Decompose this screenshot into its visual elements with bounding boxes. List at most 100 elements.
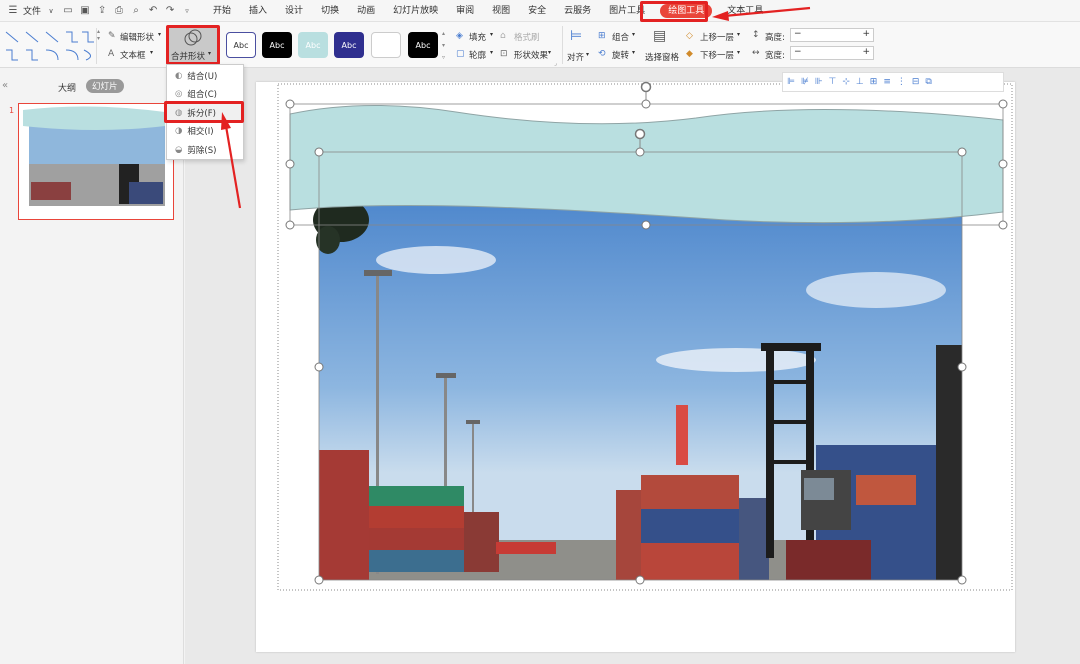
chevron-down-icon[interactable]: ▾: [150, 49, 153, 56]
merge-option-union[interactable]: ◐ 结合(U): [167, 67, 243, 85]
merge-option-intersect[interactable]: ◑ 相交(I): [167, 122, 243, 140]
style-gallery-scroll[interactable]: ▴ ▾ ▿: [442, 28, 445, 64]
format-brush-icon: ⌂: [500, 31, 506, 41]
ribbon: ▴ ▾ ✎ 编辑形状 ▾ A 文本框 ▾ 合并形状 ▾ Abc Abc Abc A…: [0, 22, 1080, 68]
tab-2[interactable]: 设计: [276, 0, 312, 22]
print-preview-icon[interactable]: ⌕: [129, 4, 143, 18]
tab-slides[interactable]: 幻灯片: [86, 79, 124, 93]
tab-5[interactable]: 幻灯片放映: [384, 0, 447, 22]
gallery-scroll[interactable]: ▴ ▾: [96, 28, 102, 64]
distribute-vertical-icon[interactable]: ≡: [883, 77, 891, 87]
chevron-down-icon[interactable]: ▾: [737, 31, 740, 38]
union-icon: ◐: [175, 71, 183, 81]
chevron-down-icon[interactable]: ▾: [586, 51, 589, 58]
highlight-box-merge-shapes: [166, 25, 220, 65]
shape-style-teal[interactable]: Abc: [298, 32, 328, 58]
tab-7[interactable]: 视图: [483, 0, 519, 22]
outline-button[interactable]: 轮廓: [469, 49, 486, 61]
height-stepper[interactable]: − +: [790, 28, 874, 42]
shape-effects-button[interactable]: 形状效果: [514, 49, 548, 61]
highlight-box-fragment: [164, 101, 244, 123]
tab-text-tools[interactable]: 文本工具: [718, 0, 772, 22]
outline-icon: ▢: [456, 49, 465, 59]
save-icon[interactable]: ▣: [78, 4, 92, 18]
equal-size-icon[interactable]: ⊟: [912, 77, 920, 87]
highlight-box-drawing-tools: [640, 1, 708, 22]
edit-shape-button[interactable]: 编辑形状: [120, 31, 154, 43]
slide-sidebar: « 大纲 幻灯片 1: [0, 68, 184, 664]
height-icon: ↕: [752, 30, 760, 40]
chevron-down-icon[interactable]: ▾: [737, 49, 740, 56]
shape-style-blank[interactable]: [371, 32, 401, 58]
align-right-icon[interactable]: ⊪: [815, 77, 823, 87]
rotate-button[interactable]: 旋转: [612, 49, 629, 61]
rotate-icon: ⟲: [598, 49, 606, 59]
align-top-icon[interactable]: ⊤: [829, 77, 837, 87]
tab-9[interactable]: 云服务: [555, 0, 600, 22]
align-left-icon[interactable]: ⊫: [787, 77, 795, 87]
align-middle-icon[interactable]: ⊹: [842, 77, 850, 87]
chevron-down-icon[interactable]: ▾: [490, 31, 493, 38]
tab-3[interactable]: 切换: [312, 0, 348, 22]
width-stepper[interactable]: − +: [790, 46, 874, 60]
floating-align-toolbar: ⊫ ⊯ ⊪ ⊤ ⊹ ⊥ ⊞ ≡ ⋮ ⊟ ⧉: [782, 72, 1004, 92]
text-box-button[interactable]: 文本框: [120, 49, 146, 61]
merge-option-subtract[interactable]: ◒ 剪除(S): [167, 141, 243, 159]
merge-option-label: 组合(C): [187, 90, 217, 100]
open-folder-icon[interactable]: ▭: [61, 4, 75, 18]
slide-content[interactable]: [256, 70, 1080, 660]
collapse-sidebar-icon[interactable]: «: [2, 80, 8, 91]
plus-icon[interactable]: +: [862, 47, 870, 57]
group-button[interactable]: 组合: [612, 31, 629, 43]
tab-0[interactable]: 开始: [204, 0, 240, 22]
hamburger-menu-icon[interactable]: ☰: [6, 4, 20, 18]
redo-icon[interactable]: ↷: [163, 4, 177, 18]
distribute-spacing-icon[interactable]: ⋮: [897, 77, 906, 87]
minus-icon[interactable]: −: [794, 29, 802, 39]
dialog-launcher-icon[interactable]: ⌟: [554, 60, 557, 67]
format-brush-button[interactable]: 格式刷: [514, 31, 540, 43]
chevron-down-icon[interactable]: ∨: [44, 4, 58, 18]
wave-shape[interactable]: [289, 104, 1004, 224]
shape-gallery[interactable]: [2, 28, 96, 64]
export-icon[interactable]: ⇪: [95, 4, 109, 18]
shape-effects-icon: ⊡: [500, 49, 508, 59]
align-button[interactable]: 对齐: [567, 51, 584, 63]
align-center-icon[interactable]: ⊯: [801, 77, 809, 87]
chevron-down-icon[interactable]: ▾: [632, 31, 635, 38]
shape-style-indigo[interactable]: Abc: [334, 32, 364, 58]
tab-1[interactable]: 插入: [240, 0, 276, 22]
plus-icon[interactable]: +: [862, 29, 870, 39]
shape-style-white[interactable]: Abc: [226, 32, 256, 58]
align-bottom-icon[interactable]: ⊥: [856, 77, 864, 87]
distribute-horizontal-icon[interactable]: ⊞: [870, 77, 878, 87]
tab-8[interactable]: 安全: [519, 0, 555, 22]
separator: [562, 26, 563, 64]
send-backward-icon: ◆: [686, 49, 693, 59]
send-backward-button[interactable]: 下移一层: [700, 49, 734, 61]
tab-outline[interactable]: 大纲: [58, 81, 76, 94]
group-objects-icon[interactable]: ⧉: [925, 77, 931, 87]
edit-shape-icon: ✎: [108, 31, 116, 41]
chevron-down-icon[interactable]: ▾: [548, 49, 551, 56]
tab-6[interactable]: 审阅: [447, 0, 483, 22]
shape-style-black-2[interactable]: Abc: [408, 32, 438, 58]
file-menu[interactable]: 文件: [23, 4, 41, 17]
fill-button[interactable]: 填充: [469, 31, 486, 43]
undo-icon[interactable]: ↶: [146, 4, 160, 18]
shape-style-black[interactable]: Abc: [262, 32, 292, 58]
rotate-handle-icon[interactable]: [640, 81, 652, 101]
tab-4[interactable]: 动画: [348, 0, 384, 22]
bring-forward-button[interactable]: 上移一层: [700, 31, 734, 43]
chevron-down-icon[interactable]: ▾: [490, 49, 493, 56]
print-icon[interactable]: ⎙: [112, 4, 126, 18]
minus-icon[interactable]: −: [794, 47, 802, 57]
selection-pane-icon: ▤: [653, 28, 667, 44]
slide-thumbnail[interactable]: [18, 103, 174, 220]
chevron-down-icon[interactable]: ▾: [632, 49, 635, 56]
chevron-down-icon[interactable]: ▾: [158, 31, 161, 38]
align-icon: ⊨: [570, 28, 583, 44]
customize-icon[interactable]: ▿: [180, 4, 194, 18]
text-box-icon: A: [108, 49, 115, 59]
selection-pane-button[interactable]: 选择窗格: [645, 51, 679, 63]
